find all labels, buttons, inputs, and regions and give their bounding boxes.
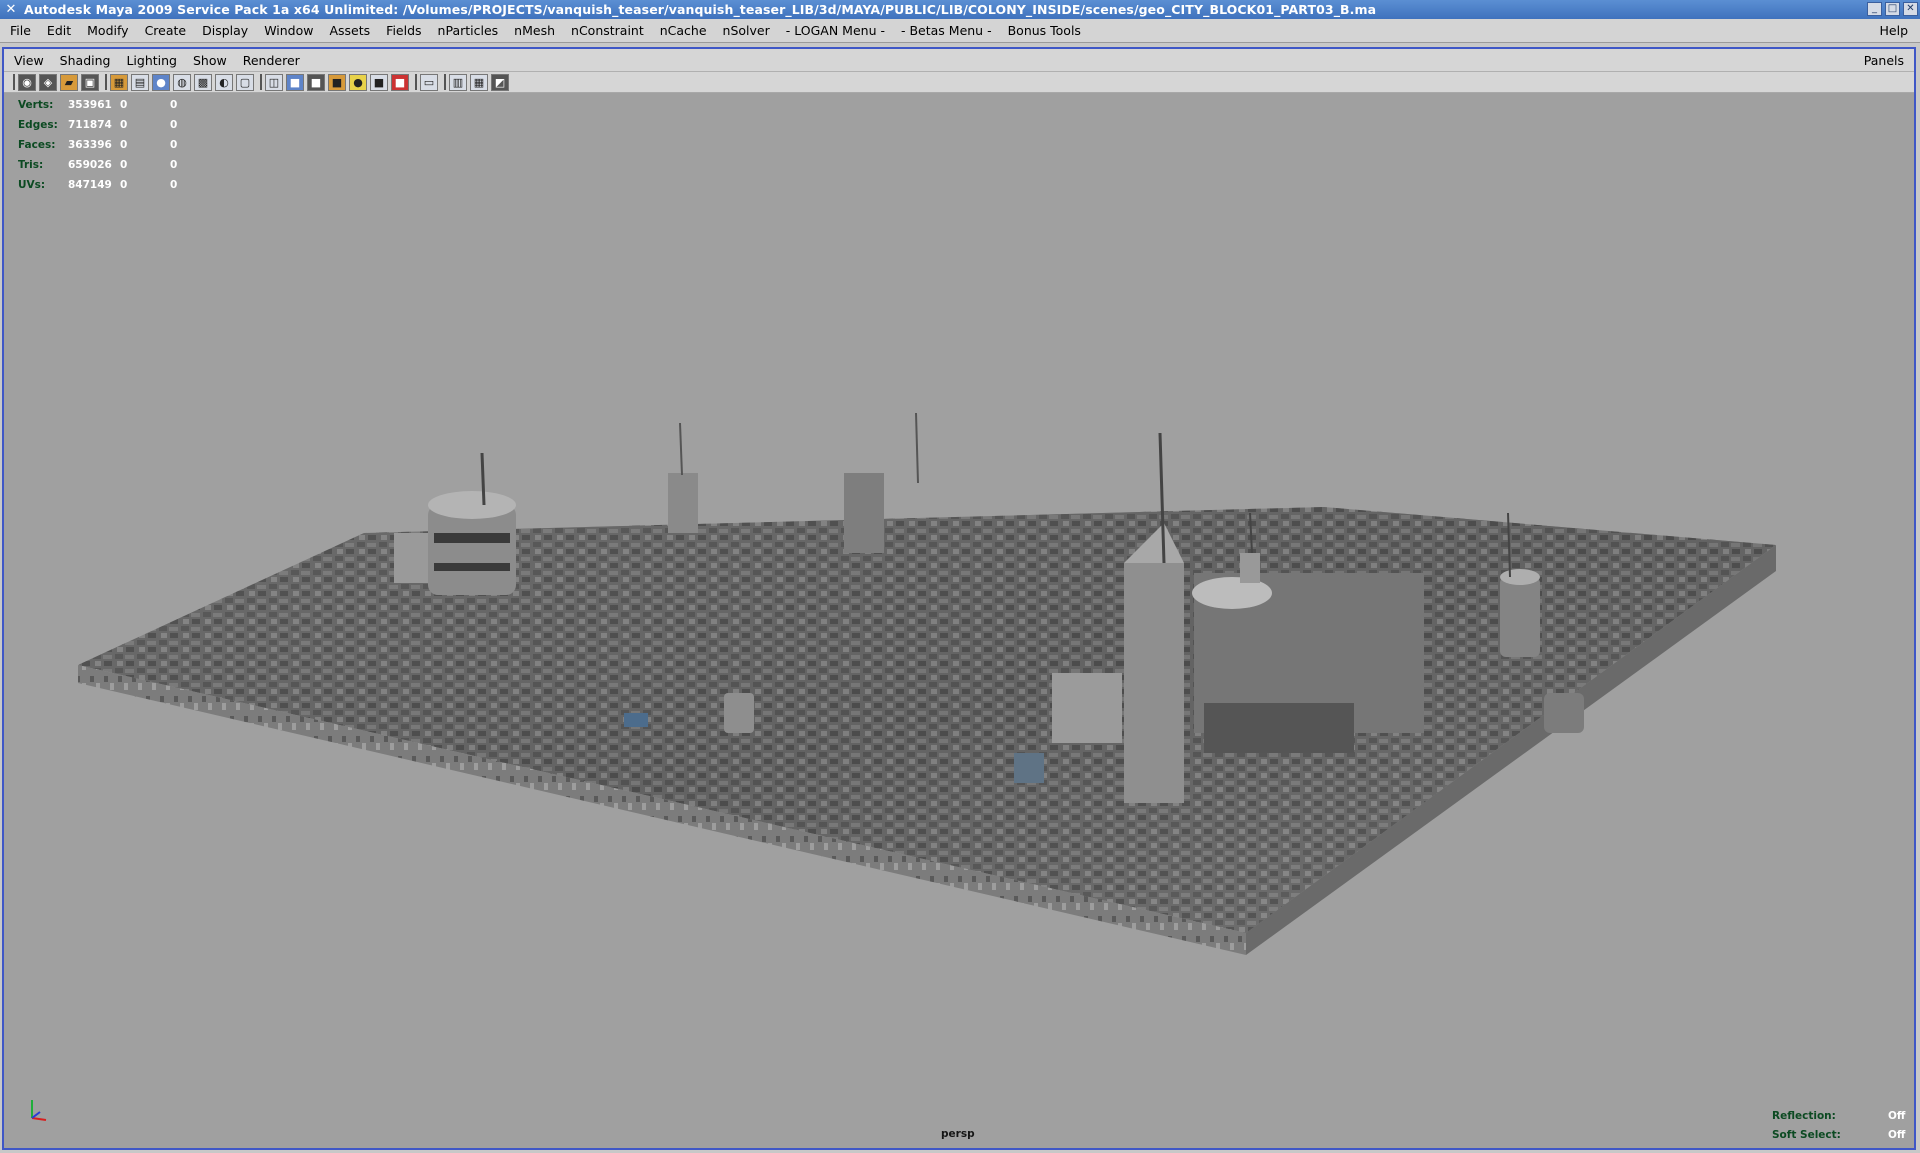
status-label: Reflection: bbox=[1772, 1109, 1836, 1122]
panel-menu-panels[interactable]: Panels bbox=[1864, 53, 1904, 68]
bookmark-icon[interactable]: ▰ bbox=[60, 73, 78, 91]
hud-row-tris: Tris: 659026 0 0 bbox=[18, 155, 200, 175]
hud-selected-components: 0 bbox=[170, 159, 178, 171]
default-light-icon[interactable]: ● bbox=[349, 73, 367, 91]
menu-help[interactable]: Help bbox=[1880, 23, 1909, 38]
overscan-icon[interactable]: ▭ bbox=[420, 73, 438, 91]
panel-menubar: View Shading Lighting Show Renderer Pane… bbox=[4, 49, 1914, 72]
panel-menu-view[interactable]: View bbox=[4, 53, 52, 68]
view-axis-icon bbox=[31, 1100, 47, 1121]
main-menubar: File Edit Modify Create Display Window A… bbox=[0, 19, 1920, 43]
toolbar-separator bbox=[415, 74, 417, 90]
hud-selected-components: 0 bbox=[170, 99, 178, 111]
panel-menu-renderer[interactable]: Renderer bbox=[235, 53, 308, 68]
menu-modify[interactable]: Modify bbox=[79, 23, 136, 38]
viewport-status: Reflection: Off Soft Select: Off bbox=[1772, 1106, 1906, 1144]
panel-toolbar: ◉ ◈ ▰ ▣ ▦ ▤ ● ◍ ▩ ◐ ▢ ◫ ■ ■ ■ ● ■ ■ ▭ ▥ … bbox=[4, 72, 1914, 93]
menu-nsolver[interactable]: nSolver bbox=[715, 23, 778, 38]
grid-icon[interactable]: ▦ bbox=[110, 73, 128, 91]
menu-file[interactable]: File bbox=[0, 23, 39, 38]
smooth-shade-icon[interactable]: ● bbox=[152, 73, 170, 91]
close-button[interactable]: ✕ bbox=[1903, 2, 1918, 16]
panel-menu-shading[interactable]: Shading bbox=[52, 53, 119, 68]
menu-assets[interactable]: Assets bbox=[321, 23, 378, 38]
hud-selected: 0 bbox=[120, 159, 128, 171]
hud-row-edges: Edges: 711874 0 0 bbox=[18, 115, 200, 135]
hud-label: Faces: bbox=[18, 139, 56, 151]
menu-nconstraint[interactable]: nConstraint bbox=[563, 23, 652, 38]
safe-action-icon[interactable]: ■ bbox=[328, 73, 346, 91]
toolbar-separator bbox=[105, 74, 107, 90]
model-panel: View Shading Lighting Show Renderer Pane… bbox=[2, 47, 1916, 1150]
menu-logan[interactable]: - LOGAN Menu - bbox=[778, 23, 893, 38]
lights-icon[interactable]: ▩ bbox=[194, 73, 212, 91]
hud-label: UVs: bbox=[18, 179, 46, 191]
window-title: Autodesk Maya 2009 Service Pack 1a x64 U… bbox=[24, 2, 1377, 17]
resolution-gate-icon[interactable]: ■ bbox=[307, 73, 325, 91]
hud-label: Verts: bbox=[18, 99, 54, 111]
menu-edit[interactable]: Edit bbox=[39, 23, 79, 38]
toolbar-separator bbox=[260, 74, 262, 90]
maximize-button[interactable]: □ bbox=[1885, 2, 1900, 16]
resolution-icon[interactable]: ▦ bbox=[470, 73, 488, 91]
shadows-icon[interactable]: ◐ bbox=[215, 73, 233, 91]
hud-value: 711874 bbox=[68, 119, 112, 131]
menu-display[interactable]: Display bbox=[194, 23, 256, 38]
film-gate-icon[interactable]: ■ bbox=[286, 73, 304, 91]
hud-row-verts: Verts: 353961 0 0 bbox=[18, 95, 200, 115]
status-value: Off bbox=[1888, 1109, 1906, 1122]
status-reflection: Reflection: Off bbox=[1772, 1106, 1906, 1125]
menu-ncache[interactable]: nCache bbox=[652, 23, 715, 38]
status-label: Soft Select: bbox=[1772, 1128, 1841, 1141]
menu-nparticles[interactable]: nParticles bbox=[430, 23, 507, 38]
hud-value: 363396 bbox=[68, 139, 112, 151]
poly-count-hud: Verts: 353961 0 0 Edges: 711874 0 0 Face… bbox=[18, 95, 200, 195]
hud-value: 847149 bbox=[68, 179, 112, 191]
image-plane-icon[interactable]: ▥ bbox=[449, 73, 467, 91]
menu-bonus-tools[interactable]: Bonus Tools bbox=[1000, 23, 1089, 38]
menu-betas[interactable]: - Betas Menu - bbox=[893, 23, 1000, 38]
panel-menu-show[interactable]: Show bbox=[185, 53, 235, 68]
toolbar-separator bbox=[444, 74, 446, 90]
select-camera-icon[interactable]: ◉ bbox=[18, 73, 36, 91]
hud-row-faces: Faces: 363396 0 0 bbox=[18, 135, 200, 155]
xray-icon[interactable]: ▢ bbox=[236, 73, 254, 91]
window-title-bar: ✕ Autodesk Maya 2009 Service Pack 1a x64… bbox=[0, 0, 1920, 19]
camera-name-label: persp bbox=[941, 1128, 975, 1140]
menu-window[interactable]: Window bbox=[256, 23, 321, 38]
viewport-persp[interactable]: Verts: 353961 0 0 Edges: 711874 0 0 Face… bbox=[4, 93, 1914, 1148]
textured-icon[interactable]: ◍ bbox=[173, 73, 191, 91]
field-chart-icon[interactable]: ■ bbox=[391, 73, 409, 91]
minimize-button[interactable]: _ bbox=[1867, 2, 1882, 16]
hud-value: 353961 bbox=[68, 99, 112, 111]
wireframe-icon[interactable]: ▤ bbox=[131, 73, 149, 91]
menu-fields[interactable]: Fields bbox=[378, 23, 429, 38]
isolate-icon[interactable]: ◫ bbox=[265, 73, 283, 91]
status-value: Off bbox=[1888, 1128, 1906, 1141]
status-soft-select: Soft Select: Off bbox=[1772, 1125, 1906, 1144]
toolbar-separator bbox=[13, 74, 15, 90]
hud-selected: 0 bbox=[120, 119, 128, 131]
hud-row-uvs: UVs: 847149 0 0 bbox=[18, 175, 200, 195]
lock-camera-icon[interactable]: ◈ bbox=[39, 73, 57, 91]
hud-selected: 0 bbox=[120, 99, 128, 111]
multisample-icon[interactable]: ◩ bbox=[491, 73, 509, 91]
hud-selected-components: 0 bbox=[170, 139, 178, 151]
hud-value: 659026 bbox=[68, 159, 112, 171]
menu-create[interactable]: Create bbox=[137, 23, 195, 38]
camera-attributes-icon[interactable]: ▣ bbox=[81, 73, 99, 91]
hud-selected: 0 bbox=[120, 139, 128, 151]
hud-label: Tris: bbox=[18, 159, 44, 171]
hud-label: Edges: bbox=[18, 119, 58, 131]
panel-menu-lighting[interactable]: Lighting bbox=[118, 53, 185, 68]
hud-selected-components: 0 bbox=[170, 179, 178, 191]
maya-x-icon[interactable]: ✕ bbox=[4, 2, 18, 17]
hud-selected: 0 bbox=[120, 179, 128, 191]
window-controls: _ □ ✕ bbox=[1867, 2, 1918, 16]
city-block-model[interactable] bbox=[4, 93, 1914, 1148]
hud-selected-components: 0 bbox=[170, 119, 178, 131]
menu-nmesh[interactable]: nMesh bbox=[506, 23, 563, 38]
safe-title-icon[interactable]: ■ bbox=[370, 73, 388, 91]
